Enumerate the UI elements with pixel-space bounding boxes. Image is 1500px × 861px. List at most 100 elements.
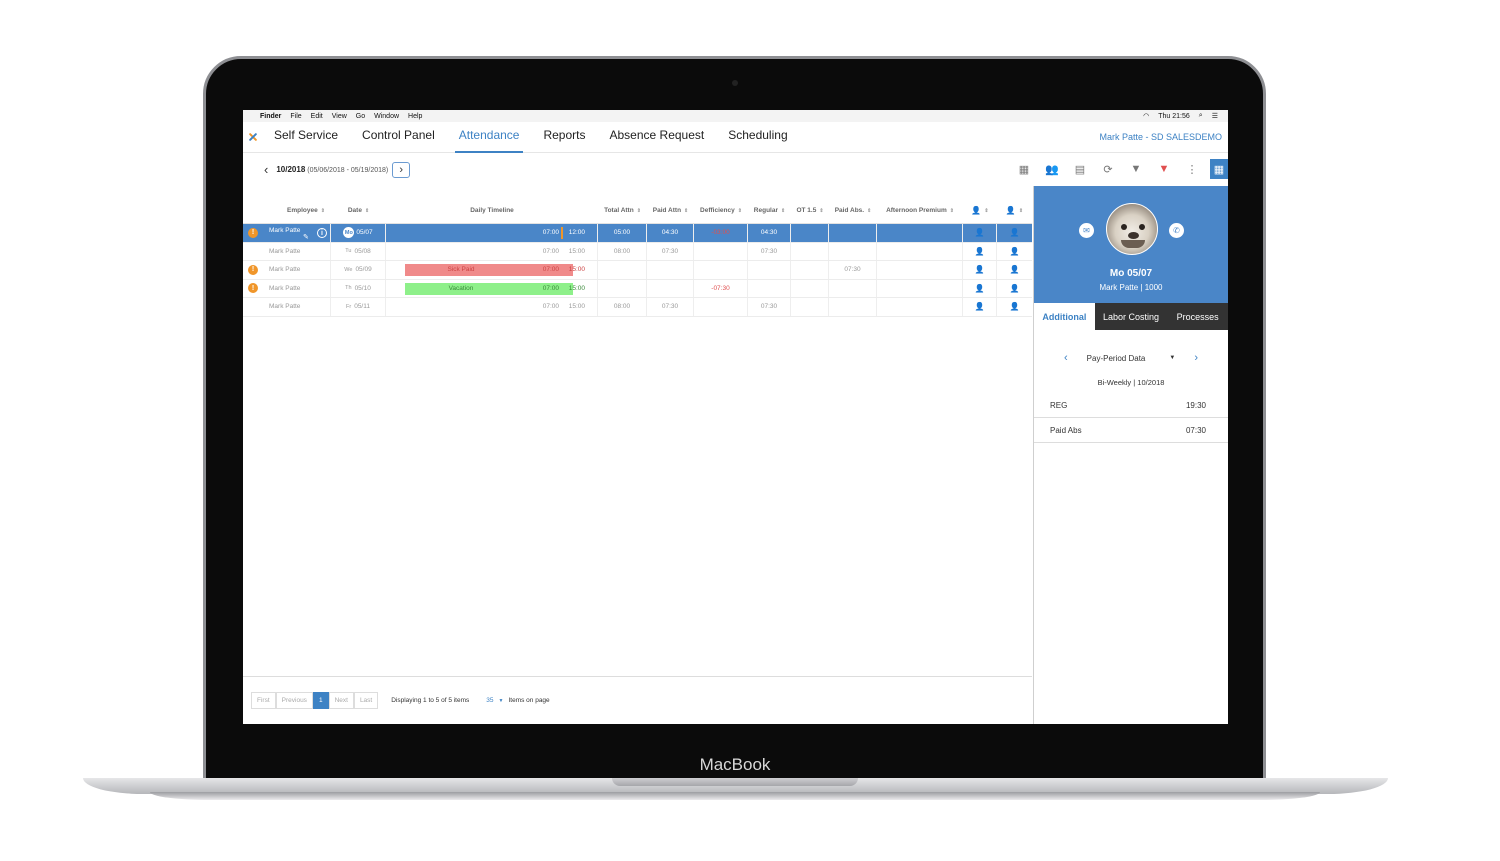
warning-cell: !: [243, 261, 263, 279]
nav-absence-request[interactable]: Absence Request: [606, 122, 709, 153]
user-menu-link[interactable]: Mark Patte - SD SALESDEMO: [1099, 132, 1222, 142]
nav-scheduling[interactable]: Scheduling: [724, 122, 791, 153]
employee-cell[interactable]: Mark Patte: [263, 279, 331, 297]
person-cell[interactable]: 👤: [997, 298, 1032, 316]
person-cell[interactable]: 👤: [963, 224, 997, 242]
header-person-1[interactable]: 👤 ⇕: [963, 198, 997, 223]
pager-last-button[interactable]: Last: [353, 692, 379, 709]
avatar[interactable]: [1106, 203, 1158, 255]
grid-view-icon[interactable]: ▦: [1210, 159, 1228, 179]
page-size-select[interactable]: 35: [486, 697, 493, 704]
period-prev-chevron-icon[interactable]: ‹: [264, 162, 268, 177]
deficiency-cell: [694, 298, 748, 316]
pay-period-prev-chevron-icon[interactable]: ‹: [1064, 352, 1068, 364]
warning-icon[interactable]: !: [248, 264, 258, 275]
menu-window[interactable]: Window: [374, 113, 399, 120]
warning-icon[interactable]: !: [248, 227, 258, 238]
date-cell[interactable]: We 05/09: [331, 261, 386, 279]
timeline-cell[interactable]: Vacation 07:00 15:00: [386, 279, 598, 297]
date-value: 05/09: [355, 266, 372, 274]
header-date[interactable]: Date ⇕: [331, 198, 386, 223]
app-logo[interactable]: [245, 129, 261, 145]
person-cell[interactable]: 👤: [997, 243, 1032, 261]
pager-first-button[interactable]: First: [251, 692, 276, 709]
header-ot[interactable]: OT 1.5 ⇕: [791, 198, 829, 223]
period-next-chevron-icon[interactable]: ›: [392, 161, 411, 178]
table-row[interactable]: ! Mark Patte We 05/09 Sick Paid 07:00 15:…: [243, 261, 1032, 280]
tab-additional[interactable]: Additional: [1034, 303, 1095, 330]
person-cell[interactable]: 👤: [963, 298, 997, 316]
tab-processes[interactable]: Processes: [1167, 303, 1228, 330]
date-cell[interactable]: Th 05/10: [331, 279, 386, 297]
menu-finder[interactable]: Finder: [260, 113, 281, 120]
table-row[interactable]: ! Mark Patte Th 05/10 Vacation 07:00 15:0…: [243, 279, 1032, 298]
excel-export-icon[interactable]: ▤: [1066, 159, 1094, 179]
refresh-icon[interactable]: ⟳: [1094, 159, 1122, 179]
pager-next-button[interactable]: Next: [328, 692, 354, 709]
warning-icon[interactable]: !: [248, 283, 258, 294]
timeline-cell[interactable]: 07:00 15:00: [386, 298, 598, 316]
nav-control-panel[interactable]: Control Panel: [358, 122, 439, 153]
menu-file[interactable]: File: [290, 113, 301, 120]
absence-label: Sick Paid: [447, 266, 475, 273]
table-row[interactable]: Mark Patte Fr 05/11 07:00 15:00 08:00 07:…: [243, 298, 1032, 317]
timeline-cell[interactable]: 07:00 12:00: [386, 224, 598, 242]
info-icon[interactable]: i: [317, 228, 327, 238]
pay-period-select[interactable]: Pay-Period Data: [1087, 354, 1146, 363]
side-panel-header: ✉ ✆ Mo 05/07 Mark Patte | 1000: [1034, 186, 1228, 303]
person-cell[interactable]: 👤: [963, 279, 997, 297]
person-cell[interactable]: 👤: [997, 280, 1032, 298]
header-regular[interactable]: Regular ⇕: [748, 198, 791, 223]
menu-view[interactable]: View: [332, 113, 347, 120]
chevron-down-icon[interactable]: ▼: [1169, 355, 1175, 361]
nav-attendance[interactable]: Attendance: [454, 122, 524, 153]
person-cell[interactable]: 👤: [997, 224, 1032, 242]
timeline-cell[interactable]: Sick Paid 07:00 15:00: [386, 261, 598, 279]
employee-cell[interactable]: Mark Patte: [263, 242, 331, 260]
chevron-down-icon[interactable]: ▼: [499, 698, 504, 704]
clear-filter-icon[interactable]: ▼: [1150, 159, 1178, 179]
spotlight-search-icon[interactable]: ⌕: [1199, 112, 1203, 120]
table-row[interactable]: ! Mark Patte ✎ i Mo 05/07 07:00 12:00 05:…: [243, 224, 1032, 243]
header-deficiency[interactable]: Defficiency ⇕: [694, 198, 748, 223]
employee-cell[interactable]: Mark Patte: [263, 261, 331, 279]
tab-labor-costing[interactable]: Labor Costing: [1095, 303, 1168, 330]
phone-icon[interactable]: ✆: [1169, 223, 1184, 238]
header-afternoon-premium[interactable]: Afternoon Premium ⇕: [877, 198, 963, 223]
filter-icon[interactable]: ▼: [1122, 159, 1150, 179]
paid-abs-cell: [829, 242, 877, 260]
header-paid-attn[interactable]: Paid Attn ⇕: [647, 198, 694, 223]
person-cell[interactable]: 👤: [963, 261, 997, 279]
pager-previous-button[interactable]: Previous: [275, 692, 313, 709]
header-paid-abs[interactable]: Paid Abs. ⇕: [829, 198, 877, 223]
date-cell[interactable]: Tu 05/08: [331, 242, 386, 260]
group-users-icon[interactable]: 👥: [1038, 159, 1066, 179]
pager-page-button[interactable]: 1: [312, 692, 329, 709]
person-cell[interactable]: 👤: [963, 242, 997, 260]
menu-go[interactable]: Go: [356, 113, 365, 120]
mail-icon[interactable]: ✉: [1079, 223, 1094, 238]
menu-help[interactable]: Help: [408, 113, 422, 120]
employee-cell[interactable]: Mark Patte: [263, 298, 331, 316]
header-employee[interactable]: Employee ⇕: [263, 198, 331, 223]
device-brand: MacBook: [699, 755, 771, 774]
more-vertical-icon[interactable]: ⋮: [1178, 159, 1206, 179]
timeline-start: 07:00: [542, 284, 559, 292]
calculator-icon[interactable]: ▦: [1010, 159, 1038, 179]
nav-reports[interactable]: Reports: [539, 122, 589, 153]
menu-edit[interactable]: Edit: [311, 113, 323, 120]
notification-center-icon[interactable]: ☰: [1212, 112, 1218, 120]
timeline-cell[interactable]: 07:00 15:00: [386, 242, 598, 260]
menubar-clock[interactable]: Thu 21:56: [1158, 113, 1190, 120]
table-row[interactable]: Mark Patte Tu 05/08 07:00 15:00 08:00 07:…: [243, 242, 1032, 261]
pay-period-next-chevron-icon[interactable]: ›: [1194, 352, 1198, 364]
header-total-attn[interactable]: Total Attn ⇕: [598, 198, 647, 223]
edit-pencil-icon[interactable]: ✎: [303, 233, 309, 241]
date-cell[interactable]: Mo 05/07: [331, 224, 386, 242]
date-cell[interactable]: Fr 05/11: [331, 298, 386, 316]
nav-self-service[interactable]: Self Service: [270, 122, 342, 153]
sort-icon: ⇕: [867, 207, 872, 214]
wifi-icon[interactable]: ◠: [1143, 112, 1149, 120]
person-cell[interactable]: 👤: [997, 261, 1032, 279]
header-person-2[interactable]: 👤 ⇕: [997, 198, 1032, 223]
